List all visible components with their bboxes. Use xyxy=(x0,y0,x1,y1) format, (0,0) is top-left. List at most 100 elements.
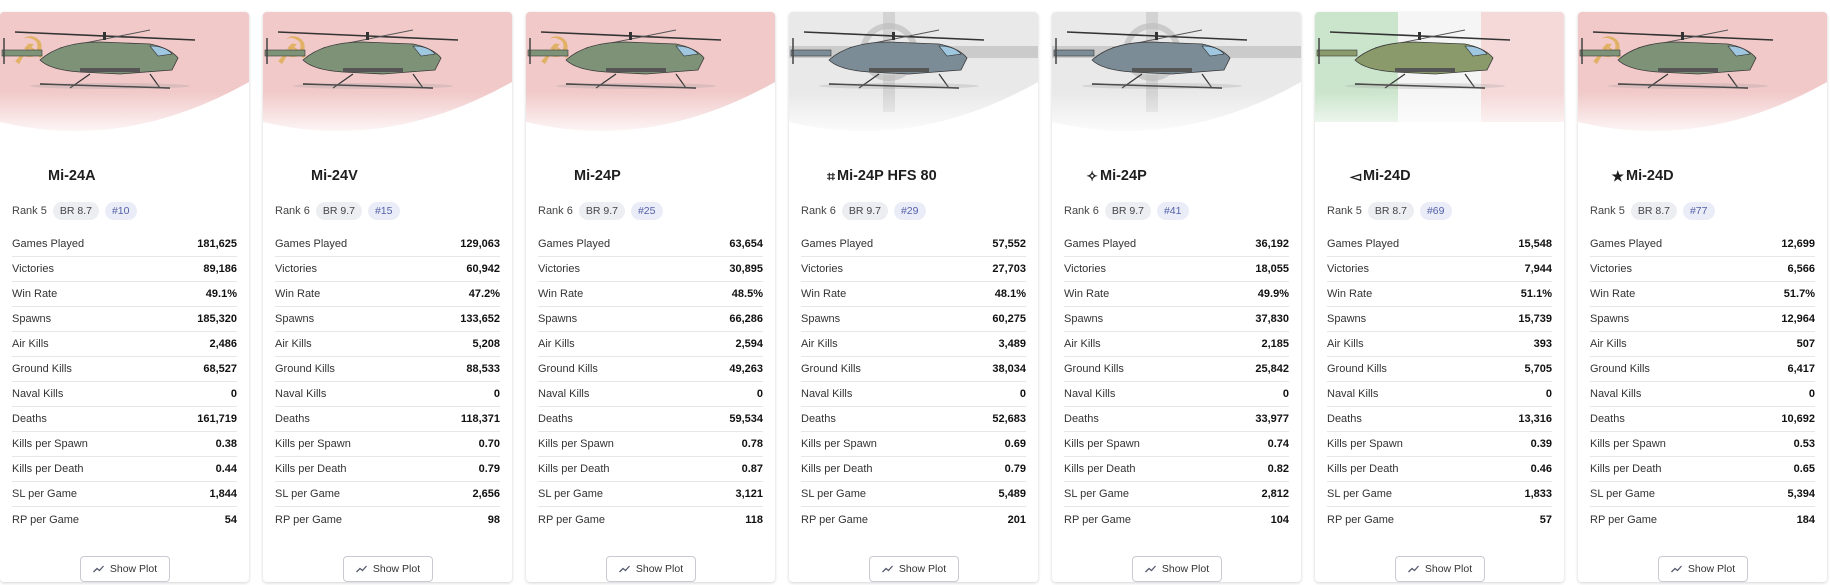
stat-value: 201 xyxy=(1007,513,1026,526)
stat-label: Victories xyxy=(538,263,580,275)
stat-row: Kills per Spawn 0.70 xyxy=(275,432,500,457)
stat-value: 10,692 xyxy=(1781,413,1815,425)
show-plot-label: Show Plot xyxy=(1424,563,1473,575)
br-badge: BR 8.7 xyxy=(52,201,99,220)
stat-label: Deaths xyxy=(1327,413,1362,425)
stat-label: Naval Kills xyxy=(801,388,853,400)
stat-row: RP per Game 118 xyxy=(538,507,763,532)
stat-label: Games Played xyxy=(12,238,85,250)
vehicle-tags: Rank 6 BR 9.7 #29 xyxy=(801,200,926,221)
stat-label: Victories xyxy=(1064,263,1106,275)
stat-row: Kills per Spawn 0.53 xyxy=(1590,432,1815,457)
stat-row: SL per Game 5,489 xyxy=(801,482,1026,507)
stat-value: 37,830 xyxy=(1255,313,1289,325)
stat-value: 7,944 xyxy=(1524,263,1552,275)
vehicle-name: Mi-24D xyxy=(1363,168,1411,184)
stat-label: Air Kills xyxy=(1064,338,1101,350)
stat-value: 49.1% xyxy=(205,288,237,300)
stat-value: 12,699 xyxy=(1781,238,1815,250)
rank-label: Rank 5 xyxy=(1590,204,1625,217)
stat-value: 0.53 xyxy=(1793,438,1815,450)
show-plot-button[interactable]: Show Plot xyxy=(869,556,959,582)
vehicle-name: Mi-24V xyxy=(311,168,358,184)
stat-label: Win Rate xyxy=(801,288,847,300)
stat-label: Deaths xyxy=(1590,413,1625,425)
vehicle-tags: Rank 5 BR 8.7 #69 xyxy=(1327,200,1452,221)
stat-label: Spawns xyxy=(801,313,841,325)
stat-row: Spawns 66,286 xyxy=(538,307,763,332)
vehicle-banner: ☭ xyxy=(0,12,249,140)
stat-row: RP per Game 184 xyxy=(1590,507,1815,532)
stat-label: Deaths xyxy=(275,413,310,425)
stat-label: SL per Game xyxy=(1327,488,1393,500)
vehicle-banner: ☭ xyxy=(526,12,775,140)
show-plot-button[interactable]: Show Plot xyxy=(1658,556,1748,582)
show-plot-button[interactable]: Show Plot xyxy=(343,556,433,582)
stat-row: Ground Kills 6,417 xyxy=(1590,357,1815,382)
stat-value: 0 xyxy=(493,388,500,400)
vehicle-tags: Rank 6 BR 9.7 #15 xyxy=(275,200,400,221)
vehicle-name: Mi-24P HFS 80 xyxy=(837,168,937,184)
stat-value: 52,683 xyxy=(992,413,1026,425)
stat-label: Ground Kills xyxy=(801,363,861,375)
stat-value: 60,942 xyxy=(466,263,500,275)
stat-value: 0.79 xyxy=(478,463,500,475)
stats-table: Games Played 12,699 Victories 6,566 Win Rate… xyxy=(1590,232,1815,532)
stat-label: Games Played xyxy=(275,238,348,250)
line-chart-icon xyxy=(618,565,630,573)
stat-row: Kills per Death 0.79 xyxy=(801,457,1026,482)
stat-value: 0.38 xyxy=(215,438,237,450)
stat-value: 3,489 xyxy=(998,338,1026,350)
vehicle-banner: ☭ xyxy=(1578,12,1827,140)
stat-row: Air Kills 507 xyxy=(1590,332,1815,357)
stat-row: Air Kills 393 xyxy=(1327,332,1552,357)
stat-row: Victories 89,186 xyxy=(12,257,237,282)
stat-value: 0 xyxy=(1282,388,1289,400)
vehicle-card: ☭ ★ Mi-24D Rank 5 BR 8.7 #77 Games Playe… xyxy=(1578,12,1827,582)
stat-row: Spawns 12,964 xyxy=(1590,307,1815,332)
rank-label: Rank 6 xyxy=(801,204,836,217)
stat-row: Victories 18,055 xyxy=(1064,257,1289,282)
stat-value: 0 xyxy=(1545,388,1552,400)
stat-label: Win Rate xyxy=(1327,288,1373,300)
show-plot-button[interactable]: Show Plot xyxy=(1132,556,1222,582)
stat-label: Kills per Death xyxy=(1327,463,1399,475)
vehicle-card: ☭ Mi-24P Rank 6 BR 9.7 #25 Games Played 6… xyxy=(526,12,775,582)
stat-label: Spawns xyxy=(1327,313,1367,325)
stat-row: Games Played 15,548 xyxy=(1327,232,1552,257)
stat-row: Deaths 33,977 xyxy=(1064,407,1289,432)
stat-label: Deaths xyxy=(1064,413,1099,425)
stat-label: Victories xyxy=(801,263,843,275)
show-plot-label: Show Plot xyxy=(635,563,684,575)
stat-value: 54 xyxy=(224,513,237,526)
stat-row: Win Rate 48.1% xyxy=(801,282,1026,307)
vehicle-banner xyxy=(1052,12,1301,140)
stat-label: Victories xyxy=(1327,263,1369,275)
stat-row: Naval Kills 0 xyxy=(1590,382,1815,407)
stat-label: SL per Game xyxy=(1064,488,1130,500)
show-plot-button[interactable]: Show Plot xyxy=(1395,556,1485,582)
br-badge: BR 8.7 xyxy=(1367,201,1414,220)
stat-row: Kills per Spawn 0.39 xyxy=(1327,432,1552,457)
stat-row: Kills per Death 0.44 xyxy=(12,457,237,482)
stat-label: Spawns xyxy=(1064,313,1104,325)
stat-row: Win Rate 49.1% xyxy=(12,282,237,307)
stat-label: Victories xyxy=(275,263,317,275)
stat-value: 0.39 xyxy=(1530,438,1552,450)
show-plot-button[interactable]: Show Plot xyxy=(606,556,696,582)
vehicle-card: ✧ Mi-24P Rank 6 BR 9.7 #41 Games Played 3… xyxy=(1052,12,1301,582)
vehicle-title: ⌗ Mi-24P HFS 80 xyxy=(797,165,937,187)
stat-row: RP per Game 201 xyxy=(801,507,1026,532)
stat-value: 133,652 xyxy=(460,313,500,325)
stat-value: 0.69 xyxy=(1004,438,1026,450)
stat-label: Games Played xyxy=(538,238,611,250)
stat-value: 48.5% xyxy=(731,288,763,300)
stat-label: Naval Kills xyxy=(538,388,590,400)
country-flag-icon: ★ xyxy=(1611,167,1624,184)
stat-value: 0.65 xyxy=(1793,463,1815,475)
stat-label: RP per Game xyxy=(801,513,869,526)
stat-value: 2,185 xyxy=(1261,338,1289,350)
show-plot-button[interactable]: Show Plot xyxy=(80,556,170,582)
stat-row: Kills per Spawn 0.74 xyxy=(1064,432,1289,457)
stat-value: 507 xyxy=(1796,338,1815,350)
